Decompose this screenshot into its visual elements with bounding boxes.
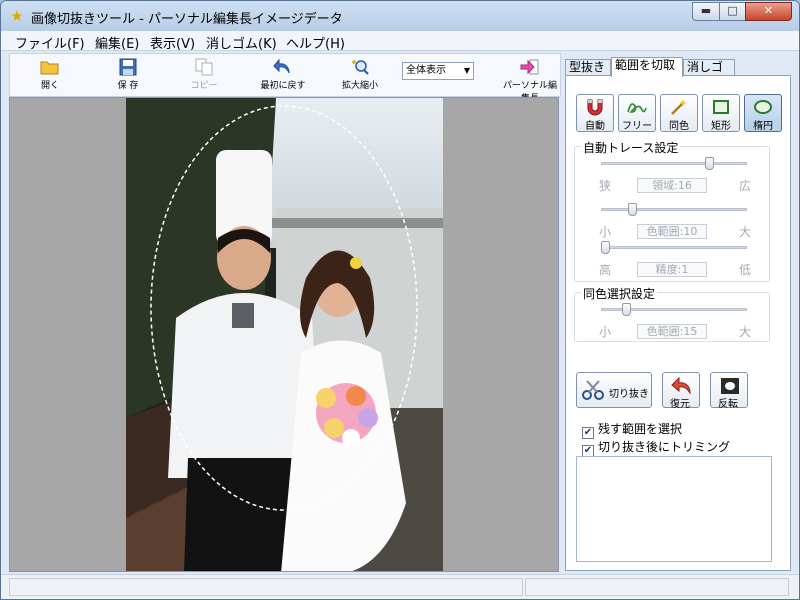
region-min-label: 狭 [599,179,612,193]
same-color-title: 同色選択設定 [581,285,658,302]
save-label: 保 存 [117,81,139,91]
tab-shape-cut[interactable]: 型抜き [565,59,611,76]
mode-free-label: フリー [622,121,652,132]
precision-value: 精度:1 [637,262,707,277]
side-panel: 型抜き 範囲を切取 消しゴム 自動 フリー 同色 矩形 [563,53,793,573]
mode-same-color-label: 同色 [669,121,689,132]
app-window: ★ 画像切抜きツール - パーソナル編集長イメージデータ ▬ □ ✕ ファイル(… [0,0,800,600]
zoom-level-value: 全体表示 [406,65,446,76]
tab-range-cut[interactable]: 範囲を切取 [611,57,683,77]
same-color-max-label: 大 [739,325,752,339]
copy-label: コピー [190,81,218,91]
toolbar: 開く 保 存 コピー 最初に戻す 拡大縮小 全体表示 ▼ パーソナル編集長 [9,53,561,104]
menu-view[interactable]: 表示(V) [150,33,195,52]
invert-button[interactable]: 反転 [710,372,748,410]
region-value: 領域:16 [637,178,707,193]
precision-min-label: 高 [599,263,612,277]
menu-edit[interactable]: 編集(E) [95,33,139,52]
color-range-max-label: 大 [739,225,752,239]
save-button[interactable]: 保 存 [110,58,146,91]
range-cut-tab-body: 自動 フリー 同色 矩形 楕円 自動トレース設定 狭 広 領域:16 小 大 色… [565,75,791,571]
revert-label: 最初に戻す [260,81,306,91]
cut-label: 切り抜き [609,389,649,400]
close-button[interactable]: ✕ [745,2,792,21]
copy-button[interactable]: コピー [186,58,222,91]
window-title: 画像切抜きツール - パーソナル編集長イメージデータ [31,12,343,27]
minimize-button[interactable]: ▬ [692,2,720,21]
invert-label: 反転 [718,399,738,410]
preview-box [576,456,772,562]
status-bar [1,574,799,599]
mode-rectangle-button[interactable]: 矩形 [702,94,740,132]
chevron-down-icon: ▼ [463,66,470,75]
trim-after-checkbox[interactable]: ✔ 切り抜き後にトリミング [582,438,730,457]
folder-icon [40,61,59,75]
same-color-range-slider-thumb[interactable] [622,303,631,316]
precision-slider-track [601,246,747,249]
auto-trace-group: 自動トレース設定 狭 広 領域:16 小 大 色範囲:10 高 低 精度:1 [574,139,770,282]
invert-icon [721,378,739,394]
mode-rectangle-label: 矩形 [711,121,731,132]
revert-button[interactable]: 最初に戻す [256,58,310,91]
menu-eraser[interactable]: 消しゴム(K) [206,33,277,52]
star-app-icon: ★ [10,7,24,25]
mode-free-button[interactable]: フリー [618,94,656,132]
mode-ellipse-button[interactable]: 楕円 [744,94,782,132]
color-range-value: 色範囲:10 [637,224,707,239]
restore-button[interactable]: 復元 [662,372,700,410]
region-slider-thumb[interactable] [705,157,714,170]
menu-bar: ファイル(F) 編集(E) 表示(V) 消しゴム(K) ヘルプ(H) [1,31,799,52]
export-arrow-icon [520,59,539,75]
magnifier-icon [352,60,369,75]
status-pane-main [9,578,523,596]
cut-button[interactable]: 切り抜き [576,372,652,408]
wedding-photo [126,98,443,571]
keep-selection-checkbox[interactable]: ✔ 残す範囲を選択 [582,420,682,439]
magic-wand-icon [671,99,687,115]
auto-trace-title: 自動トレース設定 [581,139,681,156]
menu-file[interactable]: ファイル(F) [15,33,85,52]
precision-max-label: 低 [739,263,752,277]
magnet-icon [587,99,603,116]
mode-auto-label: 自動 [585,121,605,132]
scissors-icon [582,380,604,400]
region-max-label: 広 [739,179,752,193]
region-slider-track [601,162,747,165]
open-label: 開く [40,81,59,91]
zoom-button[interactable]: 拡大縮小 [338,58,382,91]
mode-ellipse-label: 楕円 [753,121,773,132]
trim-after-label: 切り抜き後にトリミング [598,440,731,454]
same-color-value: 色範囲:15 [637,324,707,339]
menu-help[interactable]: ヘルプ(H) [286,33,345,52]
same-color-range-slider[interactable] [601,303,747,316]
precision-slider[interactable] [601,241,747,254]
same-color-group: 同色選択設定 小 大 色範囲:15 [574,285,770,342]
title-bar[interactable]: ★ 画像切抜きツール - パーソナル編集長イメージデータ ▬ □ ✕ [1,1,799,31]
region-slider[interactable] [601,157,747,170]
precision-slider-thumb[interactable] [601,241,610,254]
same-color-min-label: 小 [599,325,612,339]
floppy-icon [119,58,137,76]
color-range-min-label: 小 [599,225,612,239]
color-range-slider[interactable] [601,203,747,216]
mode-auto-button[interactable]: 自動 [576,94,614,132]
open-button[interactable]: 開く [32,58,68,91]
color-range-slider-track [601,208,747,211]
color-range-slider-thumb[interactable] [628,203,637,216]
freehand-icon [627,103,647,113]
zoom-label: 拡大縮小 [341,81,378,91]
rectangle-icon [713,100,729,114]
status-pane-info [525,578,789,596]
keep-selection-label: 残す範囲を選択 [598,422,683,436]
restore-label: 復元 [670,399,690,410]
mode-same-color-button[interactable]: 同色 [660,94,698,132]
ellipse-icon [754,100,772,114]
tab-eraser[interactable]: 消しゴム [683,59,735,89]
image-canvas[interactable] [9,97,559,572]
copy-icon [195,58,213,76]
undo-arrow-icon [273,58,290,74]
restore-arrow-icon [671,376,691,395]
zoom-level-select[interactable]: 全体表示 ▼ [402,62,474,80]
maximize-button[interactable]: □ [719,2,746,21]
